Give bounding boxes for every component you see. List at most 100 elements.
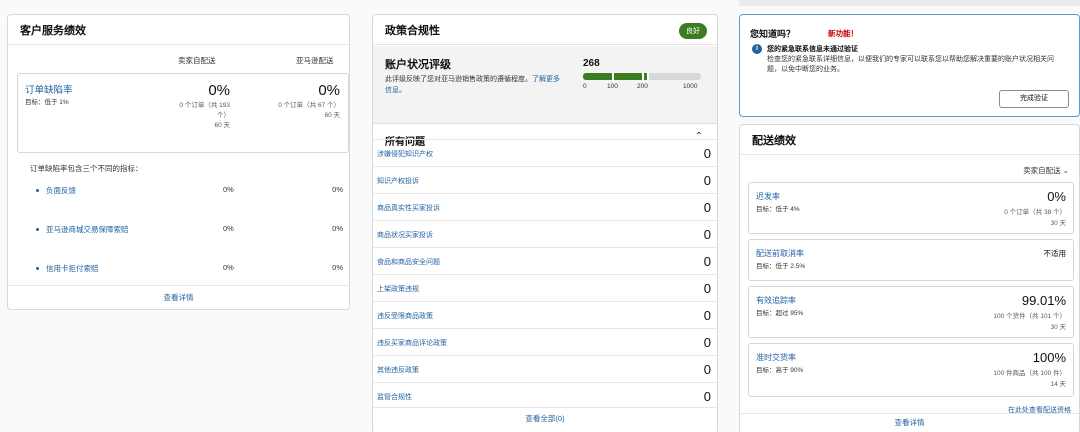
odr-target: 目标：低于 1%: [25, 99, 69, 106]
sub-metric-amazon: 0%: [332, 224, 343, 233]
ahr-tick: 100: [607, 83, 618, 90]
delivery-title: 配送绩效: [740, 125, 1079, 155]
issue-count: 0: [703, 389, 711, 404]
metric-sub2: 30 天: [1050, 324, 1066, 331]
metric-value: 不适用: [1043, 249, 1067, 258]
issue-row: 商品状况买家投诉 0: [373, 220, 717, 247]
on-time-delivery-box: 准时交货率 目标：高于 90% 100% 100 件商品（共 100 件） 14…: [748, 343, 1074, 397]
issue-label[interactable]: 涉嫌侵犯知识产权: [377, 149, 433, 159]
sub-metric-row: 信用卡拒付索赔 0% 0%: [30, 262, 345, 276]
sub-metric-label[interactable]: 负面反馈: [46, 185, 76, 196]
bullet-icon: [36, 189, 39, 192]
chevron-down-icon: ⌄: [1062, 166, 1069, 175]
issue-label[interactable]: 其他违反政策: [377, 365, 419, 375]
metric-sub: 100 个货件（共 101 个） 30 天: [993, 311, 1066, 333]
issue-count: 0: [703, 362, 711, 377]
odr-note: 订单缺陷率包含三个不同的指标：: [30, 164, 143, 173]
metric-name[interactable]: 迟发率: [756, 191, 780, 202]
col-amazon-header: 亚马逊配送: [296, 56, 334, 65]
sub-metric-amazon: 0%: [332, 263, 343, 272]
metric-target: 目标：低于 2.5%: [756, 263, 806, 270]
ahr-bar-divider: [612, 71, 614, 82]
issue-row: 食品和商品安全问题 0: [373, 247, 717, 274]
fulfillment-selector[interactable]: 卖家自配送 ⌄: [1023, 165, 1069, 176]
issue-row: 违反买家商品评论政策 0: [373, 328, 717, 355]
metric-value: 0%: [1047, 189, 1066, 204]
sub-metric-amazon: 0%: [332, 185, 343, 194]
issue-label[interactable]: 知识产权投诉: [377, 176, 419, 186]
issue-count: 0: [703, 146, 711, 161]
sub-metric-label[interactable]: 信用卡拒付索赔: [46, 263, 99, 274]
view-all-issues-link[interactable]: 查看全部(0): [373, 407, 717, 432]
metric-name[interactable]: 准时交货率: [756, 352, 796, 363]
issue-row: 监管合规性 0: [373, 382, 717, 409]
policy-title: 政策合规性: [373, 15, 717, 45]
customer-service-card: 客户服务绩效 卖家自配送 亚马逊配送 订单缺陷率 目标：低于 1% 0% 0 个…: [7, 14, 350, 310]
issue-label[interactable]: 商品状况买家投诉: [377, 230, 433, 240]
issue-count: 0: [703, 335, 711, 350]
odr-amazon-sub1: 0 个订单（共 67 个）: [278, 102, 340, 109]
issue-row: 上架政策违规 0: [373, 274, 717, 301]
ahr-score-bar: [583, 71, 701, 82]
issue-label[interactable]: 监管合规性: [377, 392, 412, 402]
odr-amazon-value: 0%: [318, 82, 340, 99]
sub-metric-label[interactable]: 亚马逊商城交易保障索赔: [46, 224, 129, 235]
issue-label[interactable]: 违反受限商品政策: [377, 311, 433, 321]
issue-label[interactable]: 上架政策违规: [377, 284, 419, 294]
complete-verification-button[interactable]: 完成验证: [999, 90, 1069, 108]
odr-merchant-sub1: 0 个订单（共 193: [179, 102, 230, 109]
metric-sub1: 100 个货件（共 101 个）: [993, 313, 1066, 320]
issue-count: 0: [703, 254, 711, 269]
ahr-tick: 0: [583, 83, 587, 90]
ahr-bar-divider: [642, 71, 644, 82]
issue-row: 违反受限商品政策 0: [373, 301, 717, 328]
sub-metric-row: 亚马逊商城交易保障索赔 0% 0%: [30, 223, 345, 237]
odr-box: 订单缺陷率 目标：低于 1% 0% 0 个订单（共 193 个） 60 天 0%…: [17, 73, 349, 153]
customer-service-details-link[interactable]: 查看详情: [8, 285, 349, 309]
info-icon: i: [752, 44, 762, 54]
metric-target: 目标：低于 4%: [756, 206, 800, 213]
top-strip: [739, 0, 1080, 6]
col-merchant-header: 卖家自配送: [178, 56, 216, 65]
policy-card: 政策合规性 良好 账户状况评级 此评级反映了您对亚马逊销售政策的遵循程度。了解更…: [372, 14, 718, 432]
metric-target: 目标：超过 95%: [756, 310, 804, 317]
metric-name[interactable]: 有效追踪率: [756, 295, 796, 306]
issue-label[interactable]: 商品真实性买家投诉: [377, 203, 440, 213]
odr-merchant-value: 0%: [208, 82, 230, 99]
issue-count: 0: [703, 200, 711, 215]
ahr-bar-fill: [583, 73, 648, 80]
sub-metric-merchant: 0%: [223, 263, 234, 272]
odr-amazon-sub2: 60 天: [324, 112, 340, 119]
account-health-rating: 账户状况评级 此评级反映了您对亚马逊销售政策的遵循程度。了解更多信息。 268 …: [373, 46, 717, 124]
odr-amazon: 0% 0 个订单（共 67 个） 60 天: [240, 82, 340, 121]
issue-label[interactable]: 食品和商品安全问题: [377, 257, 440, 267]
valid-tracking-box: 有效追踪率 目标：超过 95% 99.01% 100 个货件（共 101 个） …: [748, 286, 1074, 338]
sub-metric-merchant: 0%: [223, 185, 234, 194]
issue-row: 知识产权投诉 0: [373, 166, 717, 193]
sub-metric-merchant: 0%: [223, 224, 234, 233]
pre-fulfillment-cancel-box: 配送前取消率 目标：低于 2.5% 不适用: [748, 239, 1074, 281]
ahr-tick: 200: [637, 83, 648, 90]
ahr-tick: 1000: [683, 83, 698, 90]
odr-merchant: 0% 0 个订单（共 193 个） 60 天: [130, 82, 230, 131]
metric-sub2: 30 天: [1050, 220, 1066, 227]
customer-service-title: 客户服务绩效: [8, 15, 349, 45]
metric-sub1: 100 件商品（共 100 件）: [993, 370, 1066, 377]
issue-row: 其他违反政策 0: [373, 355, 717, 382]
odr-name[interactable]: 订单缺陷率: [25, 82, 73, 96]
status-badge: 良好: [679, 23, 707, 39]
delivery-card: 配送绩效 卖家自配送 ⌄ 迟发率 目标：低于 4% 0% 0 个订单（共 38 …: [739, 124, 1080, 432]
metric-name[interactable]: 配送前取消率: [756, 248, 804, 259]
odr-merchant-sub2: 个）: [217, 112, 230, 119]
metric-sub1: 0 个订单（共 38 个）: [1004, 209, 1066, 216]
issue-label[interactable]: 违反买家商品评论政策: [377, 338, 447, 348]
fulfillment-selector-value: 卖家自配送: [1023, 166, 1061, 175]
notice-card: 您知道吗？ 新功能！ i 您的紧急联系信息未通过验证 检查您的紧急联系详细信息，…: [739, 14, 1080, 117]
issue-count: 0: [703, 227, 711, 242]
bullet-icon: [36, 228, 39, 231]
metric-target: 目标：高于 90%: [756, 367, 804, 374]
ahr-title: 账户状况评级: [385, 59, 451, 71]
metric-sub: 0 个订单（共 38 个） 30 天: [1004, 207, 1066, 229]
late-shipment-box: 迟发率 目标：低于 4% 0% 0 个订单（共 38 个） 30 天: [748, 182, 1074, 234]
delivery-details-link[interactable]: 查看详情: [740, 413, 1079, 432]
